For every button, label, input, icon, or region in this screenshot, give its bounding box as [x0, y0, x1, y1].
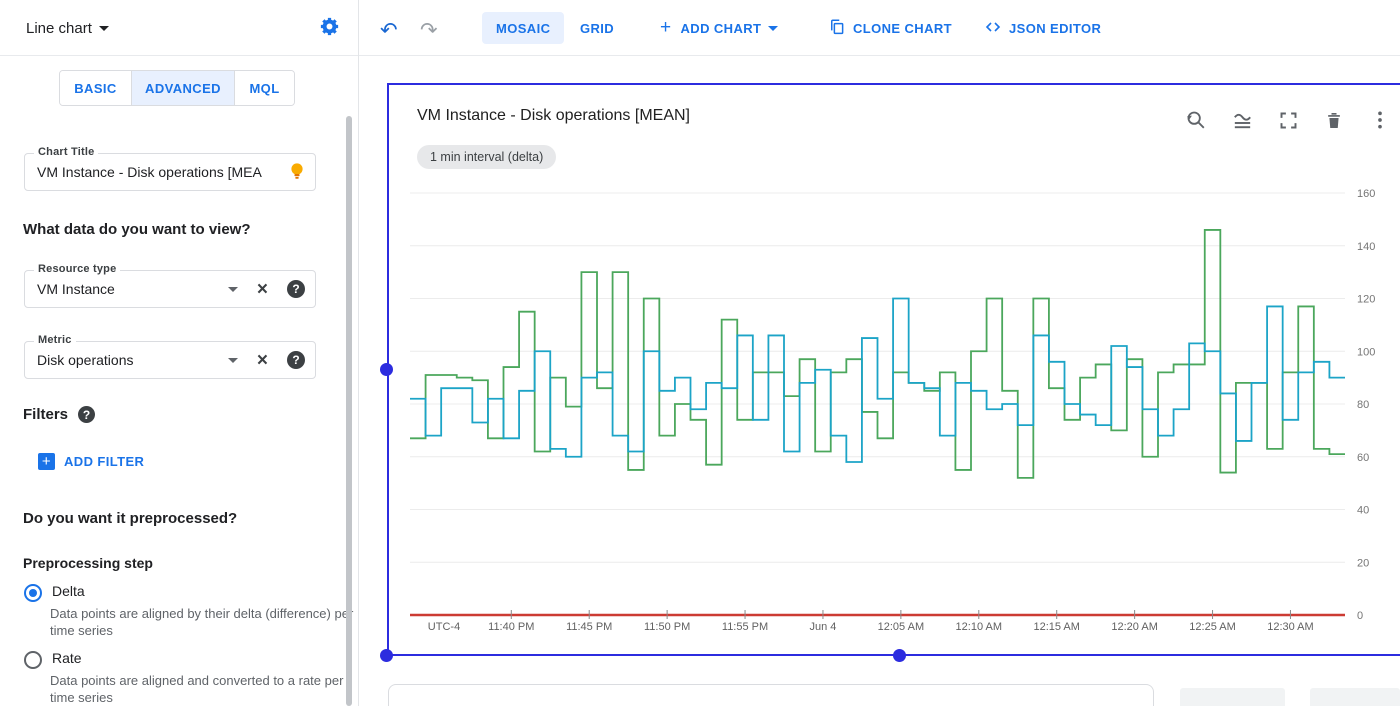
help-icon[interactable]: ? [287, 351, 305, 369]
svg-text:20: 20 [1357, 557, 1369, 569]
redo-icon: ↷ [420, 18, 438, 43]
sidebar-scrollbar[interactable] [346, 116, 352, 706]
chart-widget-card[interactable]: VM Instance - Disk operations [MEAN] 1 m… [387, 83, 1400, 656]
plus-icon: + [660, 17, 672, 39]
radio-option-rate: Rate [24, 650, 82, 669]
tab-grid[interactable]: GRID [572, 12, 622, 44]
radio-delta-description: Data points are aligned by their delta (… [50, 605, 355, 639]
json-editor-button[interactable]: JSON EDITOR [984, 12, 1101, 44]
add-chart-label: ADD CHART [681, 21, 762, 36]
metric-value: Disk operations [37, 352, 228, 368]
dropdown-caret-icon[interactable] [228, 287, 238, 292]
svg-text:12:30 AM: 12:30 AM [1267, 621, 1313, 633]
radio-rate-label: Rate [52, 650, 82, 669]
radio-delta-label: Delta [52, 583, 85, 602]
clone-chart-button[interactable]: CLONE CHART [828, 12, 952, 44]
svg-text:Jun 4: Jun 4 [809, 621, 836, 633]
resize-handle-bottom[interactable] [893, 649, 906, 662]
help-icon[interactable]: ? [287, 280, 305, 298]
svg-text:12:10 AM: 12:10 AM [956, 621, 1002, 633]
filters-heading: Filters ? [23, 406, 95, 423]
add-box-icon: + [38, 453, 55, 470]
dropdown-caret-icon[interactable] [228, 358, 238, 363]
resource-type-value: VM Instance [37, 281, 228, 297]
top-toolbar: Line chart ↶ ↷ MOSAIC [0, 0, 1400, 56]
svg-text:100: 100 [1357, 346, 1375, 358]
lightbulb-icon[interactable] [289, 162, 305, 182]
chevron-down-icon [768, 26, 778, 31]
clone-icon [828, 18, 846, 39]
settings-button[interactable] [318, 16, 341, 40]
metric-field[interactable]: Metric Disk operations × ? [24, 341, 316, 379]
editor-mode-tabs: BASIC ADVANCED MQL [59, 70, 295, 106]
tab-advanced[interactable]: ADVANCED [131, 71, 234, 105]
svg-text:140: 140 [1357, 241, 1375, 253]
clear-icon[interactable]: × [257, 280, 268, 299]
chart-editor-app: Line chart ↶ ↷ MOSAIC [0, 0, 1400, 706]
svg-text:12:15 AM: 12:15 AM [1033, 621, 1079, 633]
add-filter-button[interactable]: + ADD FILTER [38, 453, 144, 470]
svg-text:60: 60 [1357, 452, 1369, 464]
tab-mosaic[interactable]: MOSAIC [482, 12, 564, 44]
radio-selected-icon[interactable] [24, 584, 42, 602]
clone-chart-label: CLONE CHART [853, 21, 952, 36]
json-editor-label: JSON EDITOR [1009, 21, 1101, 36]
clear-icon[interactable]: × [257, 351, 268, 370]
next-widget-placeholder[interactable] [1180, 688, 1285, 706]
radio-unselected-icon[interactable] [24, 651, 42, 669]
radio-option-delta: Delta [24, 583, 85, 602]
next-widget-card[interactable] [388, 684, 1154, 706]
chart-title-field[interactable]: Chart Title [24, 153, 316, 191]
svg-text:120: 120 [1357, 294, 1375, 306]
radio-rate-description: Data points are aligned and converted to… [50, 672, 355, 706]
svg-text:12:25 AM: 12:25 AM [1189, 621, 1235, 633]
svg-text:0: 0 [1357, 610, 1363, 622]
next-widget-placeholder[interactable] [1310, 688, 1400, 706]
tab-grid-label: GRID [580, 21, 614, 36]
svg-text:40: 40 [1357, 505, 1369, 517]
svg-text:80: 80 [1357, 399, 1369, 411]
preprocess-heading: Do you want it preprocessed? [23, 510, 237, 527]
svg-text:11:50 PM: 11:50 PM [644, 621, 690, 633]
preprocess-step-label: Preprocessing step [23, 555, 153, 571]
svg-text:UTC-4: UTC-4 [428, 621, 460, 633]
redo-button[interactable]: ↷ [420, 14, 438, 46]
svg-text:160: 160 [1357, 188, 1375, 200]
metric-label: Metric [34, 334, 76, 346]
chevron-down-icon [99, 26, 109, 31]
resize-handle-bottom-left[interactable] [380, 649, 393, 662]
undo-icon: ↶ [380, 18, 398, 43]
code-icon [984, 19, 1002, 38]
chart-title-input[interactable] [37, 164, 289, 180]
resource-type-field[interactable]: Resource type VM Instance × ? [24, 270, 316, 308]
resource-type-label: Resource type [34, 263, 120, 275]
add-chart-button[interactable]: + ADD CHART [660, 12, 778, 44]
svg-text:11:55 PM: 11:55 PM [722, 621, 768, 633]
chart-title-field-label: Chart Title [34, 146, 98, 158]
undo-button[interactable]: ↶ [380, 14, 398, 46]
svg-text:11:45 PM: 11:45 PM [566, 621, 612, 633]
help-icon[interactable]: ? [78, 406, 95, 423]
chart-type-label: Line chart [26, 20, 92, 37]
chart-plot: 0 20 40 60 80 100 120 140 160 11:40 PM 11:45 PM 11:… [389, 85, 1398, 654]
svg-text:12:20 AM: 12:20 AM [1111, 621, 1157, 633]
gear-icon [318, 15, 341, 41]
chart-type-dropdown[interactable]: Line chart [26, 12, 109, 44]
resize-handle-left[interactable] [380, 363, 393, 376]
filters-heading-label: Filters [23, 406, 68, 423]
svg-text:11:40 PM: 11:40 PM [488, 621, 534, 633]
tab-mql[interactable]: MQL [234, 71, 294, 105]
data-section-heading: What data do you want to view? [23, 221, 251, 238]
svg-text:12:05 AM: 12:05 AM [878, 621, 924, 633]
panel-divider [358, 0, 359, 706]
tab-basic[interactable]: BASIC [60, 71, 131, 105]
tab-mosaic-label: MOSAIC [496, 21, 550, 36]
add-filter-label: ADD FILTER [64, 454, 144, 469]
